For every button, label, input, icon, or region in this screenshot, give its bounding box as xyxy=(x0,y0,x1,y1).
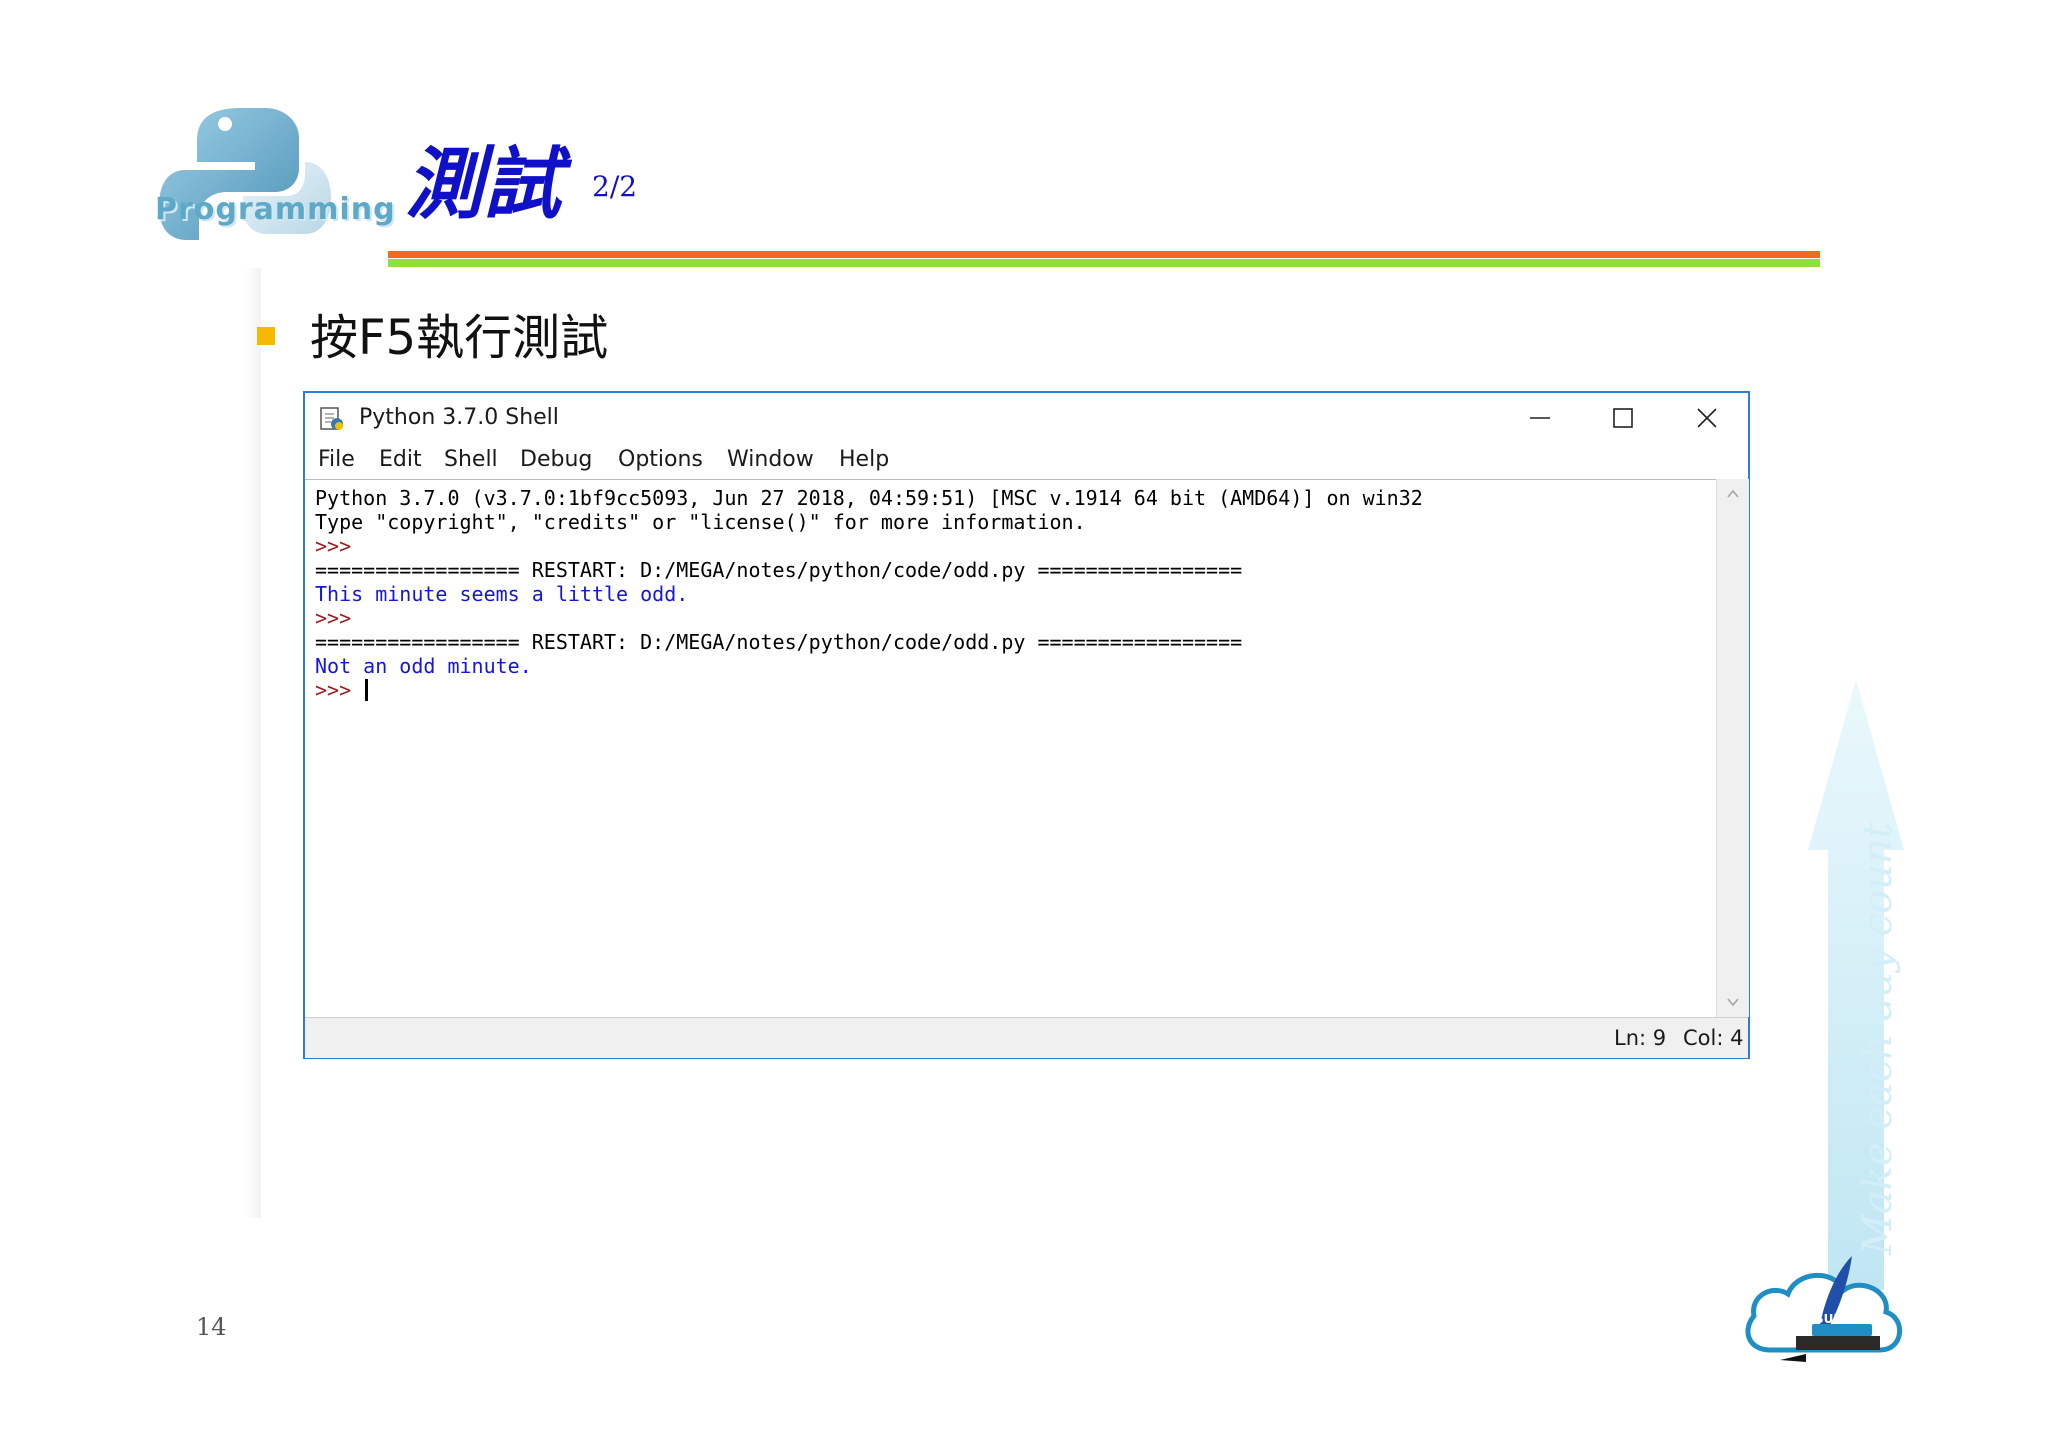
slide-title: 測試 xyxy=(405,139,562,230)
shell-line: Type "copyright", "credits" or "license(… xyxy=(315,510,1086,534)
scroll-up-icon[interactable] xyxy=(1726,487,1740,501)
shell-prompt: >>> xyxy=(315,678,352,702)
window-title: Python 3.7.0 Shell xyxy=(359,405,559,430)
slogan-text: Make each day count xyxy=(1855,822,1901,1255)
close-icon xyxy=(1697,408,1717,428)
maximize-button[interactable] xyxy=(1593,399,1653,437)
shell-program-output: This minute seems a little odd. xyxy=(315,582,689,606)
slide-title-page: 2/2 xyxy=(592,170,638,203)
maximize-icon xyxy=(1613,408,1633,428)
idle-shell-window: Python 3.7.0 Shell File Edit Shell Debug… xyxy=(303,391,1750,1059)
status-bar: Ln: 9 Col: 4 xyxy=(305,1017,1748,1058)
menu-options[interactable]: Options xyxy=(618,447,703,472)
title-rule-green xyxy=(388,259,1820,267)
menubar: File Edit Shell Debug Options Window Hel… xyxy=(305,443,1748,479)
slide: Programming 測試 2/2 按F5執行測試 Python 3.7.0 … xyxy=(0,0,2048,1448)
status-line-number: Ln: 9 xyxy=(1614,1026,1667,1050)
menu-debug[interactable]: Debug xyxy=(520,447,592,472)
brand-label: SUNG xyxy=(1815,1312,1854,1326)
menu-edit[interactable]: Edit xyxy=(379,447,422,472)
python-snake-icon xyxy=(159,108,331,240)
shell-text-area[interactable]: Python 3.7.0 (v3.7.0:1bf9cc5093, Jun 27 … xyxy=(305,479,1716,1018)
minimize-button[interactable] xyxy=(1510,399,1570,437)
idle-python-icon xyxy=(320,407,343,430)
shell-prompt: >>> xyxy=(315,606,352,630)
left-shade-decoration xyxy=(245,268,261,1218)
menu-help[interactable]: Help xyxy=(839,447,889,472)
page-number: 14 xyxy=(196,1313,227,1341)
title-rule-orange xyxy=(388,251,1820,258)
cloud-quill-logo-icon xyxy=(1745,1256,1903,1362)
menu-window[interactable]: Window xyxy=(727,447,814,472)
text-cursor xyxy=(365,679,369,701)
bullet-square-icon xyxy=(257,327,275,345)
shell-restart-line: ================= RESTART: D:/MEGA/notes… xyxy=(315,558,1243,582)
shell-prompt: >>> xyxy=(315,534,352,558)
vertical-scrollbar[interactable] xyxy=(1716,479,1749,1017)
shell-line: Python 3.7.0 (v3.7.0:1bf9cc5093, Jun 27 … xyxy=(315,486,1423,510)
shell-program-output: Not an odd minute. xyxy=(315,654,532,678)
window-titlebar[interactable]: Python 3.7.0 Shell xyxy=(305,393,1748,443)
logo-text: Programming xyxy=(155,192,396,227)
python-logo: Programming xyxy=(155,100,396,250)
status-column-number: Col: 4 xyxy=(1683,1026,1744,1050)
shell-restart-line: ================= RESTART: D:/MEGA/notes… xyxy=(315,630,1243,654)
menu-shell[interactable]: Shell xyxy=(444,447,498,472)
minimize-icon xyxy=(1530,417,1550,419)
shell-output: Python 3.7.0 (v3.7.0:1bf9cc5093, Jun 27 … xyxy=(315,486,1423,702)
close-button[interactable] xyxy=(1677,399,1737,437)
menu-file[interactable]: File xyxy=(318,447,355,472)
scroll-down-icon[interactable] xyxy=(1726,995,1740,1009)
bullet-text: 按F5執行測試 xyxy=(310,310,609,366)
